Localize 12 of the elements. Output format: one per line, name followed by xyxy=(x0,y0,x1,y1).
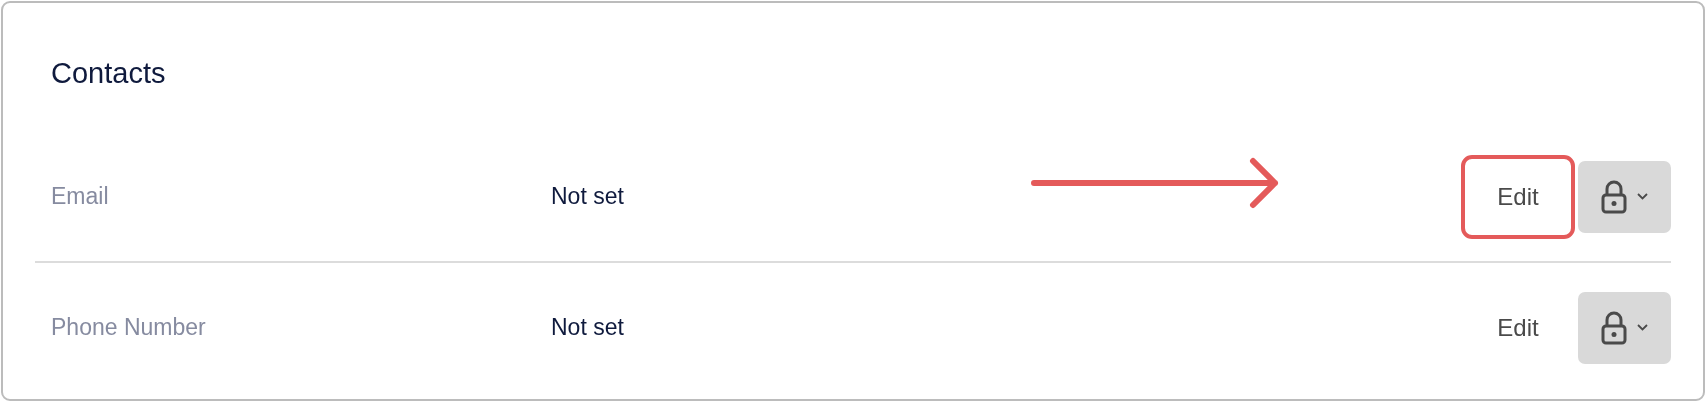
field-label: Phone Number xyxy=(51,314,207,341)
field-value: Not set xyxy=(551,314,624,341)
privacy-dropdown-button[interactable] xyxy=(1578,160,1671,233)
edit-button[interactable]: Edit xyxy=(1461,154,1575,239)
privacy-dropdown-button[interactable] xyxy=(1578,291,1671,364)
field-label: Email xyxy=(51,183,110,210)
section-title: Contacts xyxy=(50,56,167,89)
field-value: Not set xyxy=(551,183,624,210)
lock-icon xyxy=(1601,310,1627,345)
lock-icon xyxy=(1601,179,1627,214)
chevron-down-icon xyxy=(1637,324,1648,331)
chevron-down-icon xyxy=(1637,193,1648,200)
